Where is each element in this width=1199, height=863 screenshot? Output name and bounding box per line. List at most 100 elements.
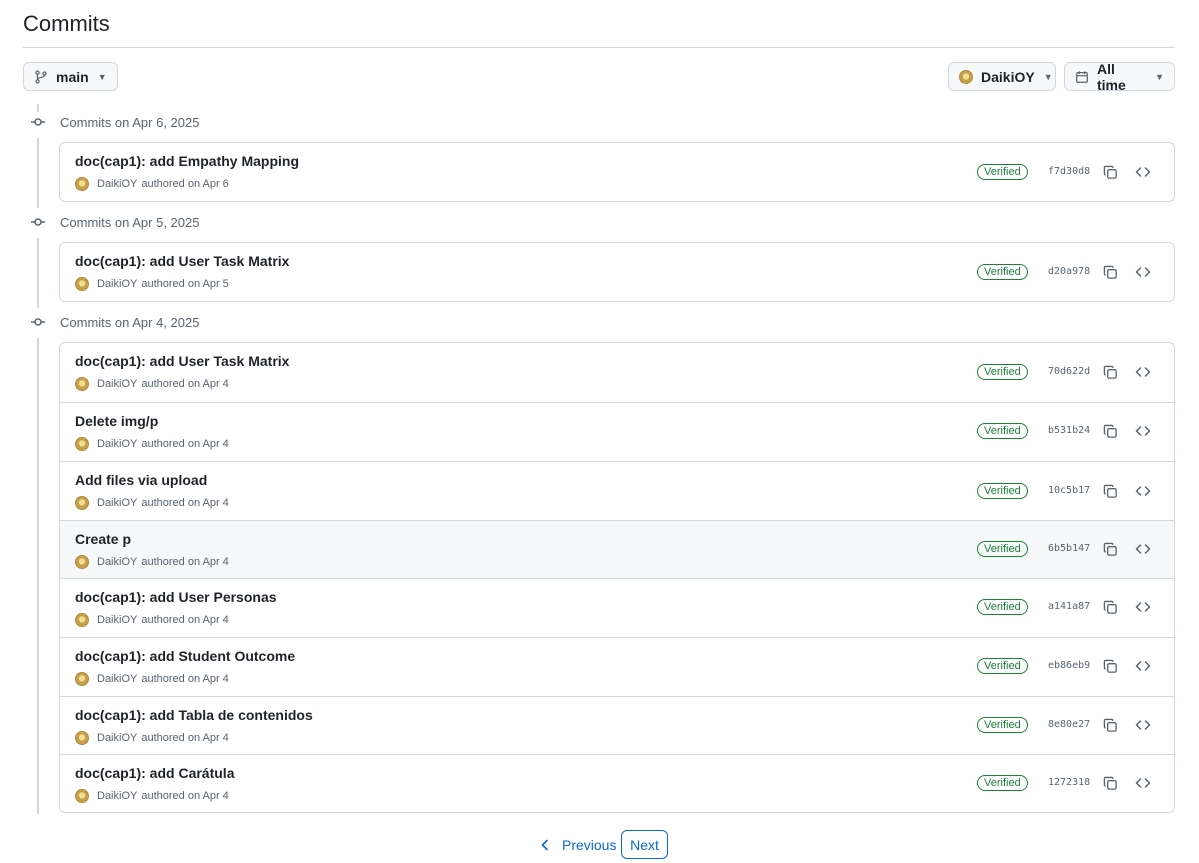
code-icon[interactable]	[1133, 362, 1153, 382]
copy-icon[interactable]	[1100, 656, 1120, 676]
commit-sha-link[interactable]: 1272318	[1048, 777, 1090, 788]
commit-sha-link[interactable]: a141a87	[1048, 601, 1090, 612]
code-icon[interactable]	[1133, 597, 1153, 617]
code-icon[interactable]	[1133, 421, 1153, 441]
author-avatar[interactable]	[75, 277, 89, 291]
authored-date: authored on Apr 4	[141, 438, 229, 450]
author-link[interactable]: DaikiOY	[97, 178, 137, 190]
authored-date: authored on Apr 6	[141, 178, 229, 190]
triangle-down-icon: ▼	[1043, 71, 1053, 82]
commit-sha-link[interactable]: 70d622d	[1048, 366, 1090, 377]
commit-group-header: Commits on Apr 5, 2025	[29, 212, 199, 232]
commit-row: doc(cap1): add User Task Matrix DaikiOY a…	[60, 343, 1174, 402]
author-avatar[interactable]	[75, 789, 89, 803]
verified-badge[interactable]: Verified	[977, 483, 1028, 499]
git-commit-icon	[29, 114, 47, 130]
commit-title-link[interactable]: doc(cap1): add User Task Matrix	[75, 253, 289, 269]
commit-meta: DaikiOY authored on Apr 4	[75, 731, 229, 745]
author-link[interactable]: DaikiOY	[97, 438, 137, 450]
author-avatar[interactable]	[75, 496, 89, 510]
code-icon[interactable]	[1133, 773, 1153, 793]
author-link[interactable]: DaikiOY	[97, 732, 137, 744]
verified-badge[interactable]: Verified	[977, 717, 1028, 733]
author-avatar[interactable]	[75, 731, 89, 745]
author-link[interactable]: DaikiOY	[97, 278, 137, 290]
commit-group-date: Commits on Apr 4, 2025	[60, 314, 200, 330]
commit-title-link[interactable]: Create p	[75, 531, 131, 547]
commit-title-link[interactable]: doc(cap1): add Empathy Mapping	[75, 153, 299, 169]
author-avatar[interactable]	[75, 672, 89, 686]
git-commit-icon	[29, 314, 47, 330]
commit-title-link[interactable]: doc(cap1): add User Task Matrix	[75, 353, 289, 369]
commit-sha-link[interactable]: f7d30d8	[1048, 166, 1090, 177]
verified-badge[interactable]: Verified	[977, 599, 1028, 615]
commit-title-link[interactable]: Add files via upload	[75, 472, 207, 488]
commit-sha-link[interactable]: d20a978	[1048, 266, 1090, 277]
author-avatar[interactable]	[75, 555, 89, 569]
copy-icon[interactable]	[1100, 162, 1120, 182]
title-divider	[23, 47, 1175, 48]
author-link[interactable]: DaikiOY	[97, 378, 137, 390]
verified-badge[interactable]: Verified	[977, 164, 1028, 180]
branch-selector-button[interactable]: main ▼	[23, 62, 118, 91]
commit-sha-link[interactable]: 10c5b17	[1048, 485, 1090, 496]
commit-title-link[interactable]: doc(cap1): add Carátula	[75, 765, 234, 781]
verified-badge[interactable]: Verified	[977, 541, 1028, 557]
copy-icon[interactable]	[1100, 715, 1120, 735]
commit-title-link[interactable]: doc(cap1): add Student Outcome	[75, 648, 295, 664]
authored-date: authored on Apr 4	[141, 790, 229, 802]
author-avatar[interactable]	[75, 177, 89, 191]
authored-date: authored on Apr 4	[141, 732, 229, 744]
code-icon[interactable]	[1133, 481, 1153, 501]
previous-label: Previous	[562, 836, 617, 853]
commit-sha-link[interactable]: 8e80e27	[1048, 719, 1090, 730]
commit-row: Create p DaikiOY authored on Apr 4 Verifi…	[60, 520, 1174, 578]
verified-badge[interactable]: Verified	[977, 775, 1028, 791]
commit-title-link[interactable]: Delete img/p	[75, 413, 158, 429]
copy-icon[interactable]	[1100, 539, 1120, 559]
copy-icon[interactable]	[1100, 597, 1120, 617]
author-avatar[interactable]	[75, 437, 89, 451]
next-page-button[interactable]: Next	[621, 830, 668, 859]
triangle-down-icon: ▼	[97, 71, 107, 82]
code-icon[interactable]	[1133, 262, 1153, 282]
commit-list: doc(cap1): add User Task Matrix DaikiOY …	[59, 242, 1175, 302]
commit-title-link[interactable]: doc(cap1): add Tabla de contenidos	[75, 707, 313, 723]
timeline-line	[37, 238, 39, 308]
author-link[interactable]: DaikiOY	[97, 497, 137, 509]
copy-icon[interactable]	[1100, 773, 1120, 793]
code-icon[interactable]	[1133, 656, 1153, 676]
commit-meta: DaikiOY authored on Apr 4	[75, 672, 229, 686]
verified-badge[interactable]: Verified	[977, 364, 1028, 380]
author-filter-button[interactable]: DaikiOY ▼	[948, 62, 1056, 91]
author-avatar[interactable]	[75, 377, 89, 391]
author-avatar[interactable]	[75, 613, 89, 627]
verified-badge[interactable]: Verified	[977, 264, 1028, 280]
author-link[interactable]: DaikiOY	[97, 614, 137, 626]
time-filter-button[interactable]: All time ▼	[1064, 61, 1175, 93]
code-icon[interactable]	[1133, 162, 1153, 182]
author-avatar	[959, 69, 973, 84]
copy-icon[interactable]	[1100, 362, 1120, 382]
author-link[interactable]: DaikiOY	[97, 556, 137, 568]
verified-badge[interactable]: Verified	[977, 658, 1028, 674]
verified-badge[interactable]: Verified	[977, 423, 1028, 439]
code-icon[interactable]	[1133, 715, 1153, 735]
commit-meta: DaikiOY authored on Apr 4	[75, 496, 229, 510]
author-link[interactable]: DaikiOY	[97, 790, 137, 802]
copy-icon[interactable]	[1100, 262, 1120, 282]
code-icon[interactable]	[1133, 539, 1153, 559]
copy-icon[interactable]	[1100, 481, 1120, 501]
commit-sha-link[interactable]: b531b24	[1048, 425, 1090, 436]
commit-meta: DaikiOY authored on Apr 4	[75, 613, 229, 627]
previous-page-button[interactable]: Previous	[540, 830, 616, 859]
commit-sha-link[interactable]: 6b5b147	[1048, 543, 1090, 554]
copy-icon[interactable]	[1100, 421, 1120, 441]
timeline-line	[37, 104, 39, 112]
commit-meta: DaikiOY authored on Apr 5	[75, 277, 229, 291]
authored-date: authored on Apr 4	[141, 378, 229, 390]
authored-date: authored on Apr 4	[141, 556, 229, 568]
author-link[interactable]: DaikiOY	[97, 673, 137, 685]
commit-sha-link[interactable]: eb86eb9	[1048, 660, 1090, 671]
commit-title-link[interactable]: doc(cap1): add User Personas	[75, 589, 277, 605]
